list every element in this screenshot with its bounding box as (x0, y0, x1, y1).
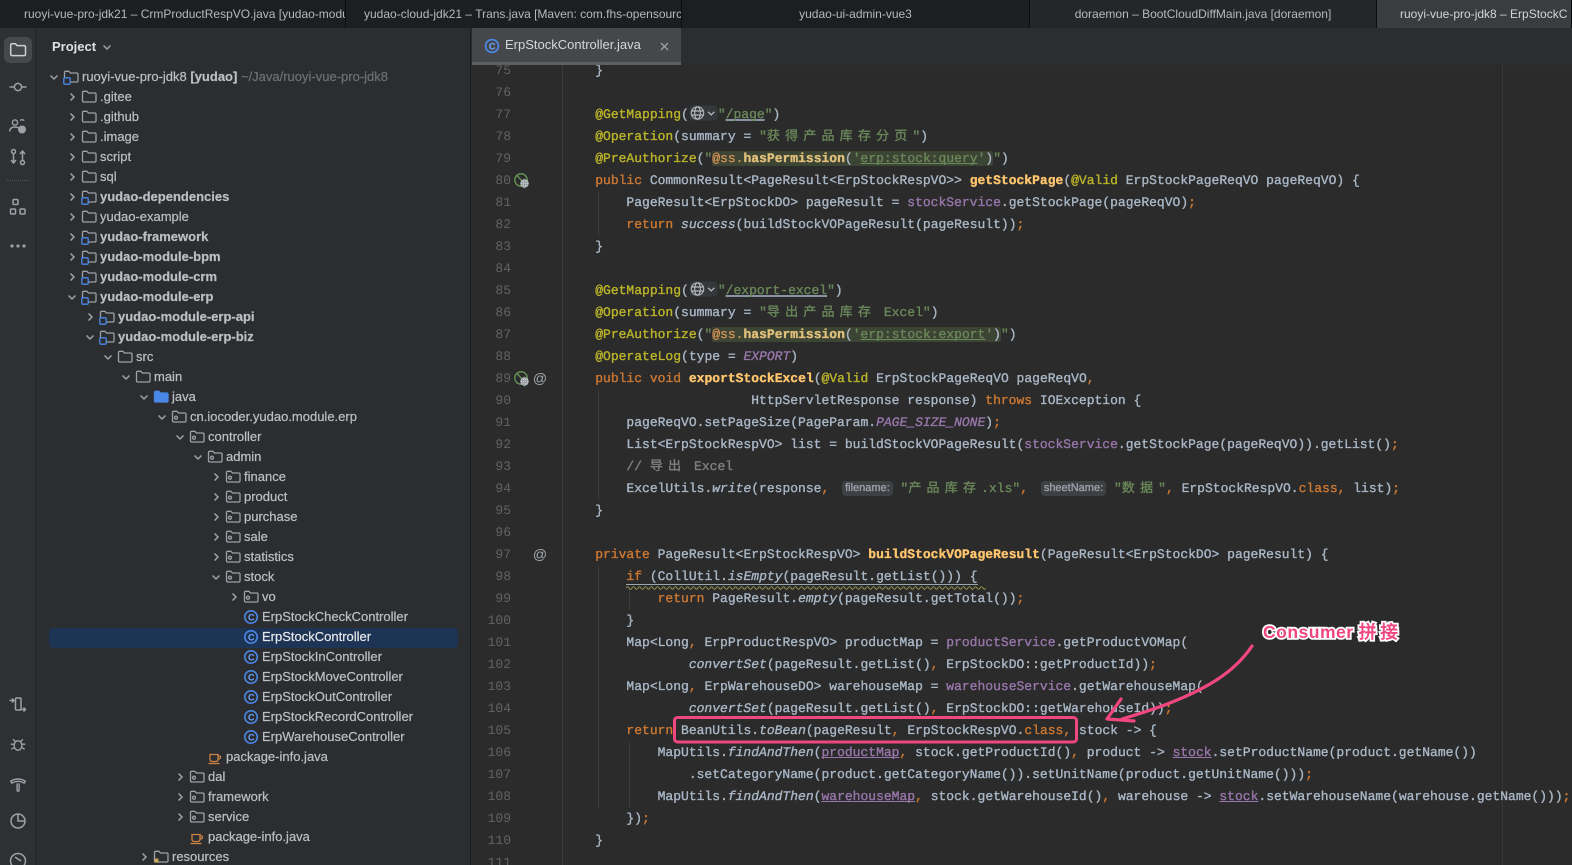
svg-text:C: C (248, 712, 255, 722)
svg-text:C: C (489, 42, 496, 53)
svg-text:C: C (248, 652, 255, 662)
svg-text:C: C (248, 612, 255, 622)
svg-text:?: ? (20, 127, 24, 134)
svg-text:C: C (248, 692, 255, 702)
svg-text:C: C (248, 732, 255, 742)
svg-text:C: C (248, 672, 255, 682)
svg-text:C: C (248, 632, 255, 642)
